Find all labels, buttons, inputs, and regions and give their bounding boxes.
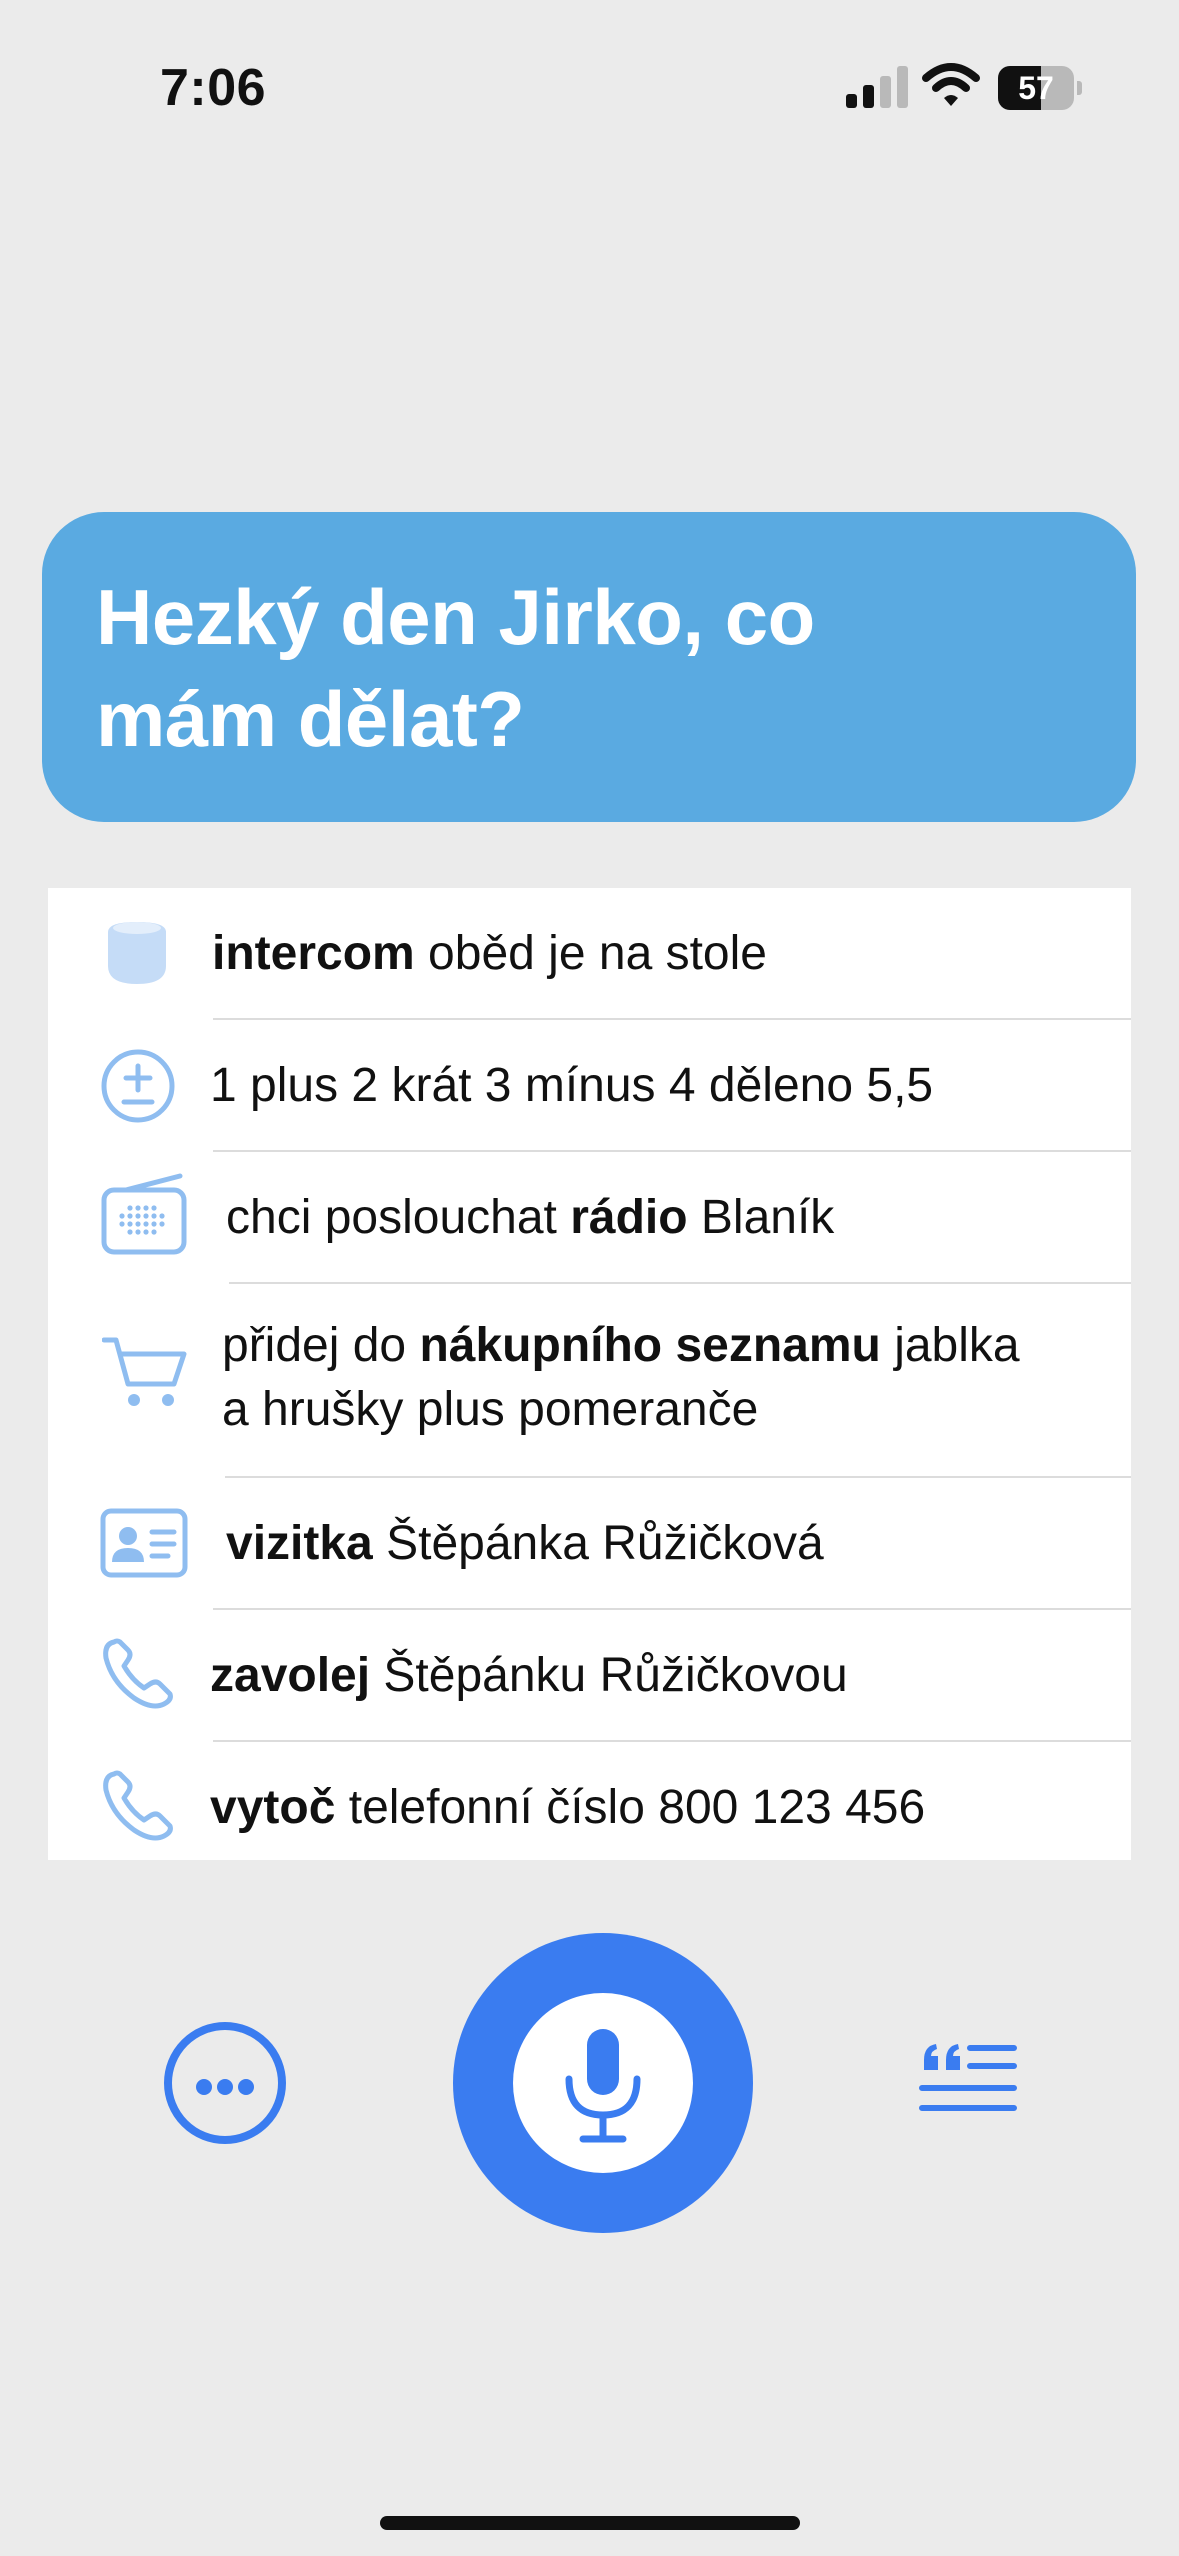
suggestion-keyword: nákupního seznamu (419, 1319, 881, 1372)
suggestion-radio[interactable]: chci poslouchat rádio Blaník (48, 1152, 1131, 1284)
cellular-signal-icon (846, 66, 908, 108)
suggestion-shopping-list[interactable]: přidej do nákupního seznamu jablka a hru… (48, 1284, 1131, 1478)
quote-text-icon[interactable] (918, 2040, 1018, 2126)
suggestion-intercom[interactable]: intercom oběd je na stole (48, 888, 1131, 1020)
battery-level: 57 (1018, 70, 1054, 106)
microphone-icon (565, 2029, 641, 2143)
suggestion-keyword: vytoč (210, 1781, 336, 1834)
suggestion-line-2: a hrušky plus pomeranče (222, 1383, 759, 1436)
siri-screen: 7:06 57 Hezký den Jirko, co mám dělat? i… (0, 0, 1179, 2556)
greeting-bubble: Hezký den Jirko, co mám dělat? (42, 512, 1136, 822)
suggestion-prefix: chci poslouchat (226, 1191, 571, 1244)
suggestion-prefix: přidej do (222, 1319, 420, 1372)
contact-card-icon (100, 1508, 188, 1578)
microphone-button[interactable] (453, 1933, 753, 2233)
suggestion-rest: Štěpánka Růžičková (372, 1517, 824, 1570)
suggestion-contact-card[interactable]: vizitka Štěpánka Růžičková (48, 1478, 1131, 1610)
cart-icon (102, 1337, 187, 1406)
suggestion-keyword: intercom (212, 927, 415, 980)
suggestion-rest: telefonní číslo 800 123 456 (335, 1781, 926, 1834)
more-button[interactable] (164, 2022, 286, 2144)
greeting-line-2: mám dělat? (96, 675, 525, 763)
status-bar: 7:06 57 (0, 0, 1179, 170)
homepod-icon (108, 922, 166, 984)
home-indicator (380, 2516, 800, 2530)
phone-icon (103, 1638, 173, 1709)
status-time: 7:06 (160, 59, 267, 117)
suggestion-keyword: vizitka (226, 1517, 373, 1570)
suggestion-keyword: rádio (570, 1191, 688, 1244)
plus-minus-icon (101, 1049, 175, 1123)
suggestion-list: intercom oběd je na stole 1 plus 2 krát … (48, 888, 1131, 1860)
wifi-icon (922, 63, 980, 106)
battery-icon: 57 (998, 66, 1082, 110)
radio-icon (101, 1173, 187, 1255)
suggestion-dial[interactable]: vytoč telefonní číslo 800 123 456 (48, 1742, 1131, 1860)
suggestion-rest: Štěpánku Růžičkovou (370, 1649, 848, 1702)
suggestion-text: 1 plus 2 krát 3 mínus 4 děleno 5,5 (210, 1059, 934, 1112)
suggestion-rest: jablka (880, 1319, 1020, 1372)
suggestion-keyword: zavolej (210, 1649, 371, 1702)
suggestion-calculation[interactable]: 1 plus 2 krát 3 mínus 4 děleno 5,5 (48, 1020, 1131, 1152)
suggestion-call[interactable]: zavolej Štěpánku Růžičkovou (48, 1610, 1131, 1742)
suggestion-rest: oběd je na stole (414, 927, 767, 980)
suggestion-rest: Blaník (687, 1191, 835, 1244)
phone-icon (103, 1770, 173, 1841)
greeting-line-1: Hezký den Jirko, co (96, 573, 815, 661)
